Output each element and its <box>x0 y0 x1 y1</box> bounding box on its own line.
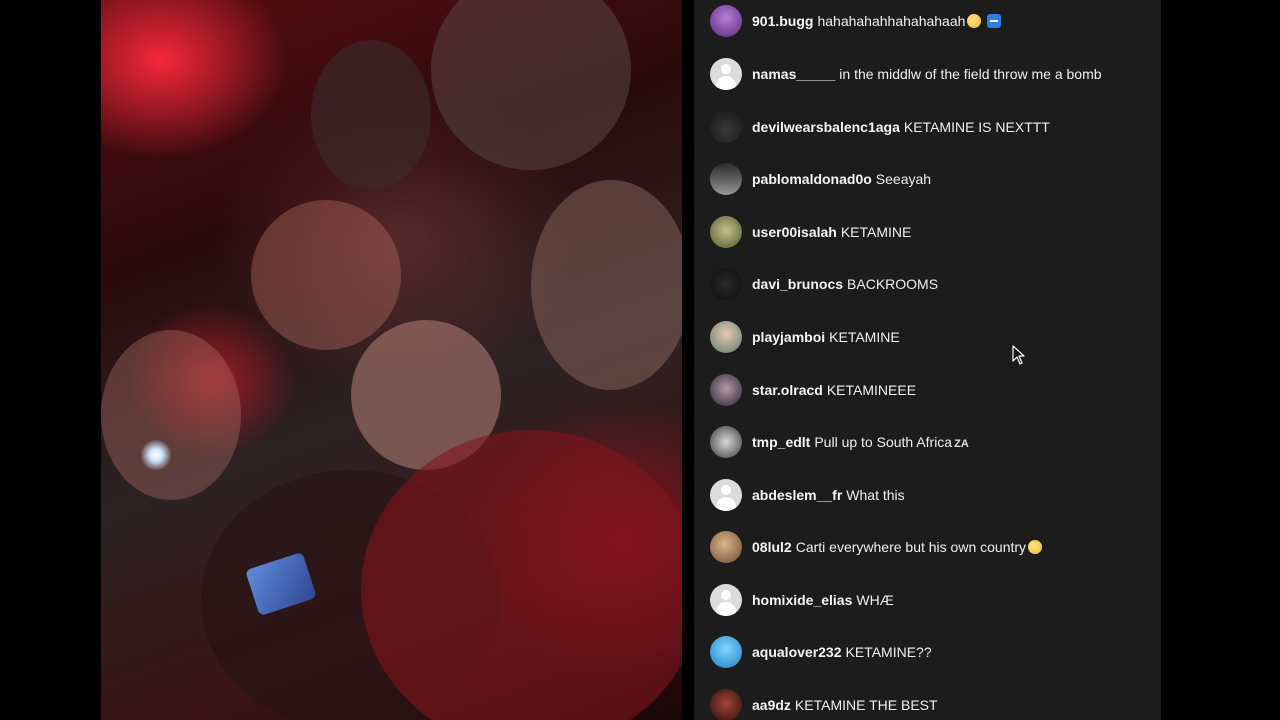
comment-message: in the middlw of the field throw me a bo… <box>839 66 1102 82</box>
comment-row: homixide_elias WHÆ <box>694 580 1161 620</box>
dark-figure-avatar[interactable] <box>710 111 742 143</box>
red-avatar[interactable] <box>710 689 742 720</box>
comment-row: user00isalah KETAMINE <box>694 212 1161 252</box>
comment-message: What this <box>846 487 905 503</box>
comment-text: 08lul2 Carti everywhere but his own count… <box>752 537 1043 557</box>
comment-message: KETAMINE <box>829 329 900 345</box>
comment-row: star.olracd KETAMINEEE <box>694 370 1161 410</box>
purple-avatar[interactable] <box>710 5 742 37</box>
comment-text: star.olracd KETAMINEEE <box>752 380 916 400</box>
comment-message: KETAMINE?? <box>845 644 932 660</box>
comment-row: aqualover232 KETAMINE?? <box>694 632 1161 672</box>
comment-username[interactable]: devilwearsbalenc1aga <box>752 119 900 135</box>
comment-username[interactable]: namas_____ <box>752 66 835 82</box>
comment-text: pablomaldonad0o Seeayah <box>752 169 931 189</box>
comment-username[interactable]: playjamboi <box>752 329 825 345</box>
comment-username[interactable]: davi_brunocs <box>752 276 843 292</box>
comment-row: 08lul2 Carti everywhere but his own count… <box>694 527 1161 567</box>
comment-username[interactable]: 08lul2 <box>752 539 792 555</box>
minus-emoji <box>987 14 1002 28</box>
blue-avatar[interactable] <box>710 636 742 668</box>
comment-row: namas_____ in the middlw of the field thr… <box>694 54 1161 94</box>
comment-message: WHÆ <box>856 592 894 608</box>
comment-text: davi_brunocs BACKROOMS <box>752 274 938 294</box>
comment-row: abdeslem__fr What this <box>694 475 1161 515</box>
comment-username[interactable]: pablomaldonad0o <box>752 171 872 187</box>
comment-text: aqualover232 KETAMINE?? <box>752 642 932 662</box>
phone-flash <box>141 440 171 470</box>
comment-text: namas_____ in the middlw of the field thr… <box>752 64 1102 84</box>
green-avatar[interactable] <box>710 216 742 248</box>
crowd-figure <box>531 180 682 390</box>
comment-message: hahahahahhahahahaah <box>817 13 966 29</box>
comment-row: aa9dz KETAMINE THE BEST <box>694 685 1161 720</box>
comment-row: pablomaldonad0o Seeayah <box>694 159 1161 199</box>
comment-message: BACKROOMS <box>847 276 939 292</box>
comment-username[interactable]: user00isalah <box>752 224 837 240</box>
face-emoji <box>967 14 982 28</box>
comment-row: playjamboi KETAMINE <box>694 317 1161 357</box>
comment-row: davi_brunocs BACKROOMS <box>694 264 1161 304</box>
car-avatar[interactable] <box>710 163 742 195</box>
dark-avatar[interactable] <box>710 268 742 300</box>
default-avatar[interactable] <box>710 58 742 90</box>
crowd-figure <box>251 200 401 350</box>
brown-avatar[interactable] <box>710 531 742 563</box>
comment-message: Pull up to South Africa <box>814 434 953 450</box>
comment-username[interactable]: tmp_edlt <box>752 434 810 450</box>
comment-row: 901.bugg hahahahahhahahahaah <box>694 1 1161 41</box>
comment-text: tmp_edlt Pull up to South Africa ZA <box>752 432 969 454</box>
comment-text: 901.bugg hahahahahhahahahaah <box>752 11 1002 31</box>
comment-username[interactable]: star.olracd <box>752 382 823 398</box>
comment-row: devilwearsbalenc1aga KETAMINE IS NEXTTT <box>694 107 1161 147</box>
comment-username[interactable]: 901.bugg <box>752 13 813 29</box>
comment-username[interactable]: abdeslem__fr <box>752 487 842 503</box>
comment-message: Seeayah <box>875 171 932 187</box>
comment-message: KETAMINE IS NEXTTT <box>903 119 1050 135</box>
default-avatar[interactable] <box>710 479 742 511</box>
portrait-avatar[interactable] <box>710 321 742 353</box>
comment-text: homixide_elias WHÆ <box>752 590 894 610</box>
right-letterbox <box>1161 0 1280 720</box>
comment-username[interactable]: aa9dz <box>752 697 791 713</box>
comment-text: user00isalah KETAMINE <box>752 222 911 242</box>
comment-message: KETAMINE <box>840 224 912 240</box>
face-emoji <box>1028 540 1043 554</box>
comment-text: abdeslem__fr What this <box>752 485 905 505</box>
live-video[interactable] <box>101 0 682 720</box>
comment-message: Carti everywhere but his own country <box>795 539 1027 555</box>
comment-text: devilwearsbalenc1aga KETAMINE IS NEXTTT <box>752 117 1050 137</box>
comment-message: KETAMINE THE BEST <box>794 697 938 713</box>
comment-message: KETAMINEEE <box>826 382 917 398</box>
mouse-pointer-icon <box>1012 345 1025 365</box>
crowd-figure <box>431 0 631 170</box>
comment-username[interactable]: aqualover232 <box>752 644 842 660</box>
dark-portrait-avatar[interactable] <box>710 374 742 406</box>
comment-username[interactable]: homixide_elias <box>752 592 852 608</box>
crowd-figure <box>101 330 241 500</box>
app-frame: 901.bugg hahahahahhahahahaah namas_____ in… <box>0 0 1280 720</box>
bw-avatar[interactable] <box>710 426 742 458</box>
live-comments-panel[interactable]: 901.bugg hahahahahhahahahaah namas_____ in… <box>694 0 1161 720</box>
default-avatar[interactable] <box>710 584 742 616</box>
crowd-figure <box>361 430 682 720</box>
country-code-badge: ZA <box>954 438 969 450</box>
crowd-figure <box>311 40 431 190</box>
comment-text: playjamboi KETAMINE <box>752 327 900 347</box>
comment-row: tmp_edlt Pull up to South Africa ZA <box>694 422 1161 462</box>
comment-text: aa9dz KETAMINE THE BEST <box>752 695 938 715</box>
